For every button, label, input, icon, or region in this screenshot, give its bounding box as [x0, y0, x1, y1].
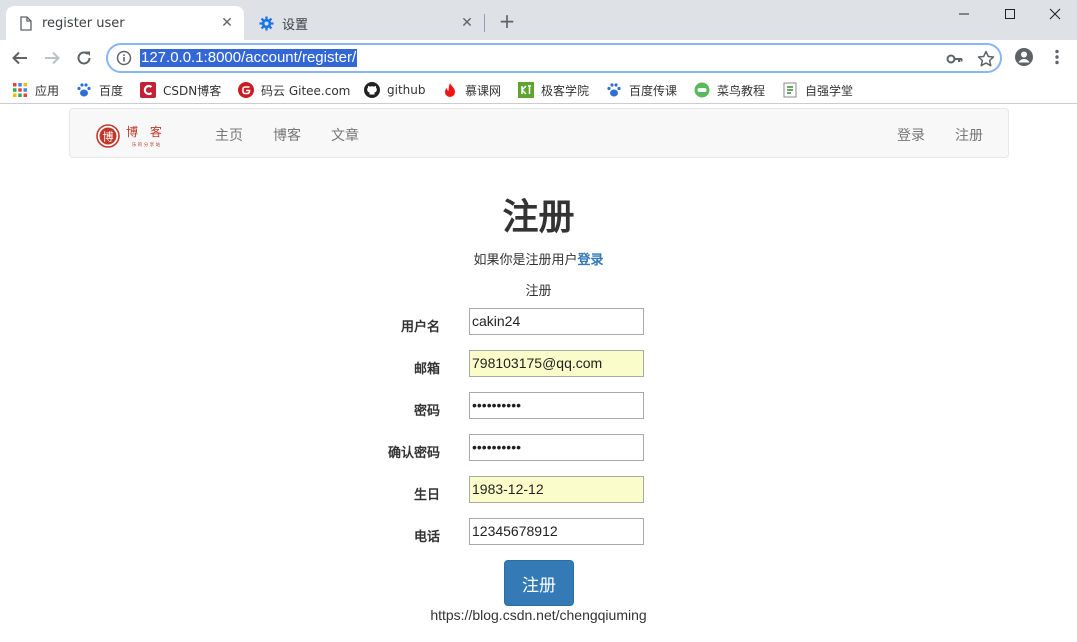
tab-register-user[interactable]: register user ✕ — [6, 6, 244, 40]
tab-settings[interactable]: 设置 ✕ — [246, 6, 484, 40]
nav-link-register[interactable]: 注册 — [955, 125, 983, 145]
tab-separator — [484, 14, 485, 32]
github-icon — [364, 82, 380, 98]
window-close-icon[interactable] — [1032, 0, 1077, 28]
address-bar[interactable]: 127.0.0.1:8000/account/register/ — [106, 43, 1002, 73]
bookmark-runoob[interactable]: 菜鸟教程 — [694, 80, 765, 100]
bookmark-baidu[interactable]: 百度 — [76, 80, 123, 100]
baidu-paw-icon — [76, 82, 92, 98]
email-input[interactable]: 798103175@qq.com — [469, 350, 644, 377]
ziqiang-icon — [782, 82, 798, 98]
key-icon[interactable] — [946, 50, 964, 68]
csdn-icon — [140, 82, 156, 98]
site-navbar: 博 博 客 乐 的 分 享 站 主页 博客 文章 登录 注册 — [69, 108, 1009, 158]
bookmark-csdn[interactable]: CSDN博客 — [140, 80, 221, 100]
bookmark-baidu-chuanke[interactable]: 百度传课 — [606, 80, 677, 100]
nav-link-home[interactable]: 主页 — [215, 125, 243, 145]
gitee-icon — [238, 82, 254, 98]
bookmark-apps[interactable]: 应用 — [12, 80, 59, 100]
bookmark-ziqiang[interactable]: 自强学堂 — [782, 80, 853, 100]
nav-link-login[interactable]: 登录 — [897, 125, 925, 145]
confirm-password-input[interactable]: •••••••••• — [469, 434, 644, 461]
forward-arrow-icon[interactable] — [38, 44, 66, 72]
nav-link-articles[interactable]: 文章 — [331, 125, 359, 145]
bookmark-label: 自强学堂 — [805, 83, 854, 98]
bookmark-jikexueyuan[interactable]: 极客学院 — [518, 80, 589, 100]
maximize-icon[interactable] — [987, 0, 1033, 28]
new-tab-button[interactable]: + — [496, 10, 518, 32]
email-label: 邮箱 — [413, 362, 440, 377]
minimize-icon[interactable] — [941, 0, 987, 28]
url-text[interactable]: 127.0.0.1:8000/account/register/ — [140, 49, 358, 67]
bookmark-label: 百度 — [99, 83, 124, 98]
runoob-icon — [694, 82, 710, 98]
apps-grid-icon — [12, 82, 28, 98]
settings-gear-icon — [258, 15, 274, 31]
page-title: 注册 — [502, 197, 575, 238]
imooc-flame-icon — [442, 82, 458, 98]
bookmark-label: 极客学院 — [541, 83, 590, 98]
watermark-url: https://blog.csdn.net/chengqiuming — [430, 607, 647, 623]
bookmark-imooc[interactable]: 慕课网 — [442, 80, 501, 100]
back-arrow-icon[interactable] — [6, 44, 34, 72]
reload-icon[interactable] — [70, 44, 98, 72]
confirm-password-label: 确认密码 — [387, 446, 440, 461]
login-hint: 如果你是注册用户登录 — [0, 249, 1077, 268]
bookmark-label: 菜鸟教程 — [717, 83, 766, 98]
bookmark-label: github — [387, 83, 426, 97]
birthday-label: 生日 — [413, 488, 440, 503]
bookmark-gitee[interactable]: 码云 Gitee.com — [238, 80, 350, 100]
phone-label: 电话 — [413, 530, 440, 545]
page-icon — [18, 15, 34, 31]
bookmark-github[interactable]: github — [364, 80, 425, 100]
login-link[interactable]: 登录 — [578, 253, 604, 268]
bookmark-label: 慕课网 — [465, 83, 502, 98]
star-icon[interactable] — [976, 49, 996, 69]
tab-title: 设置 — [282, 17, 309, 33]
nav-link-blog[interactable]: 博客 — [273, 125, 301, 145]
tab-title: register user — [42, 15, 125, 31]
form-caption: 注册 — [525, 284, 552, 299]
bookmark-label: 百度传课 — [629, 83, 678, 98]
username-label: 用户名 — [400, 320, 440, 335]
close-icon[interactable]: ✕ — [218, 14, 236, 32]
bookmarks-bar: 应用 百度 CSDN博客 码云 Gitee.com github 慕课网 极客学… — [0, 76, 1077, 104]
bookmark-label: 应用 — [35, 83, 60, 98]
close-icon[interactable]: ✕ — [458, 14, 476, 32]
birthday-input[interactable]: 1983-12-12 — [469, 476, 644, 503]
register-submit-button[interactable]: 注册 — [504, 560, 574, 606]
bookmark-label: 码云 Gitee.com — [261, 83, 351, 98]
browser-toolbar: 127.0.0.1:8000/account/register/ — [0, 40, 1077, 76]
brand-logo[interactable]: 博 博 客 乐 的 分 享 站 — [94, 121, 174, 151]
phone-input[interactable]: 12345678912 — [469, 518, 644, 545]
login-hint-text: 如果你是注册用户 — [473, 253, 578, 268]
tab-strip: register user ✕ 设置 ✕ + — [0, 0, 1077, 40]
brand-tagline: 乐 的 分 享 站 — [132, 141, 161, 148]
baidu-paw-icon — [606, 82, 622, 98]
username-input[interactable]: cakin24 — [469, 308, 644, 335]
password-input[interactable]: •••••••••• — [469, 392, 644, 419]
brand-name: 博 客 — [126, 124, 166, 139]
bookmark-label: CSDN博客 — [163, 83, 222, 98]
more-vert-icon[interactable] — [1048, 48, 1066, 66]
brand-char: 博 — [103, 131, 114, 144]
profile-avatar-icon[interactable] — [1013, 46, 1035, 68]
info-icon[interactable] — [116, 50, 132, 66]
jikexueyuan-icon — [518, 82, 534, 98]
password-label: 密码 — [413, 404, 440, 419]
